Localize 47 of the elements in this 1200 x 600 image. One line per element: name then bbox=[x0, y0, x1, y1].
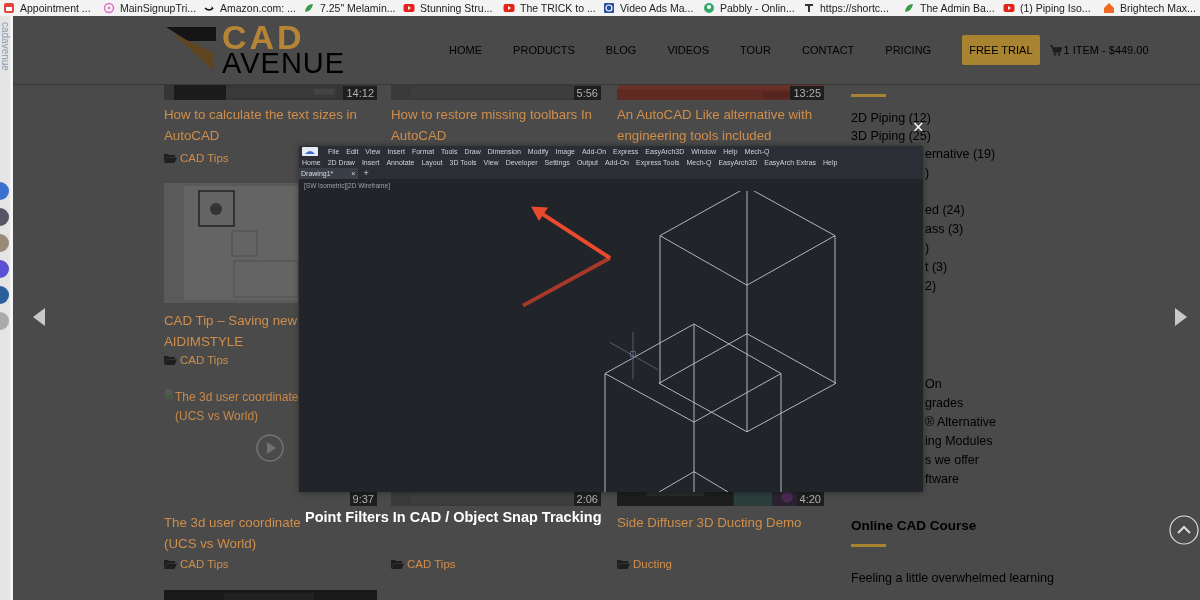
side-app-icon[interactable] bbox=[0, 208, 9, 226]
house-icon bbox=[1103, 2, 1115, 14]
cart-icon bbox=[1049, 44, 1062, 56]
bookmark[interactable]: The TRICK to ... bbox=[503, 2, 603, 14]
video-duration: 4:20 bbox=[796, 492, 824, 506]
bookmark[interactable]: Stunning Stru... bbox=[403, 2, 503, 14]
folder-icon bbox=[164, 559, 177, 569]
image-alt-text: The 3d user coordinate (UCS vs World) bbox=[175, 389, 299, 425]
side-app-icon[interactable] bbox=[0, 260, 9, 278]
play-icon bbox=[255, 433, 285, 463]
previous-arrow-icon bbox=[33, 308, 45, 326]
bookmark[interactable]: MainSignupTri... bbox=[103, 2, 203, 14]
bookmark[interactable]: Brightech Max... bbox=[1103, 2, 1200, 14]
widget-title: Online CAD Course bbox=[851, 517, 978, 535]
bookmark[interactable]: 7.25" Melamin... bbox=[303, 2, 403, 14]
next-arrow-icon bbox=[1175, 308, 1187, 326]
bookmark[interactable]: The Admin Ba... bbox=[903, 2, 1003, 14]
app-logo-icon bbox=[302, 147, 318, 156]
free-trial-button[interactable]: FREE TRIAL bbox=[962, 35, 1040, 65]
bookmark[interactable]: Amazon.com: ... bbox=[203, 2, 303, 14]
folder-icon bbox=[164, 153, 177, 163]
folder-icon bbox=[391, 559, 404, 569]
leaf-icon bbox=[303, 2, 315, 14]
bookmark[interactable]: https://shortc... bbox=[803, 2, 903, 14]
video-duration: 13:25 bbox=[790, 86, 824, 100]
bookmark[interactable]: Video Ads Ma... bbox=[603, 2, 703, 14]
widget-text: Feeling a little overwhelmed learning bbox=[851, 570, 1055, 587]
folder-icon bbox=[164, 355, 177, 365]
new-tab-button[interactable]: + bbox=[363, 168, 369, 179]
video-duration: 2:06 bbox=[573, 492, 601, 506]
logo-text: CAD bbox=[222, 24, 305, 50]
side-app-icon[interactable] bbox=[0, 182, 9, 200]
video-duration: 14:12 bbox=[343, 86, 377, 100]
leaf-icon bbox=[903, 2, 915, 14]
bookmark[interactable]: Appointment ... bbox=[3, 2, 103, 14]
image-caption: Point Filters In CAD / Object Snap Tracking bbox=[305, 508, 602, 526]
side-app-icon[interactable] bbox=[0, 286, 9, 304]
logo-text: AVENUE bbox=[222, 50, 346, 76]
video-duration: 9:37 bbox=[349, 492, 377, 506]
scroll-top-icon bbox=[1169, 515, 1199, 545]
bookmark[interactable]: (1) Piping Iso... bbox=[1003, 2, 1103, 14]
crosshair-icon bbox=[609, 331, 659, 380]
folder-icon bbox=[617, 559, 630, 569]
side-app-icon[interactable] bbox=[0, 234, 9, 252]
logo-mark-icon bbox=[166, 27, 218, 73]
bookmark[interactable]: Pabbly - Onlin... bbox=[703, 2, 803, 14]
video-duration: 5:56 bbox=[573, 86, 601, 100]
